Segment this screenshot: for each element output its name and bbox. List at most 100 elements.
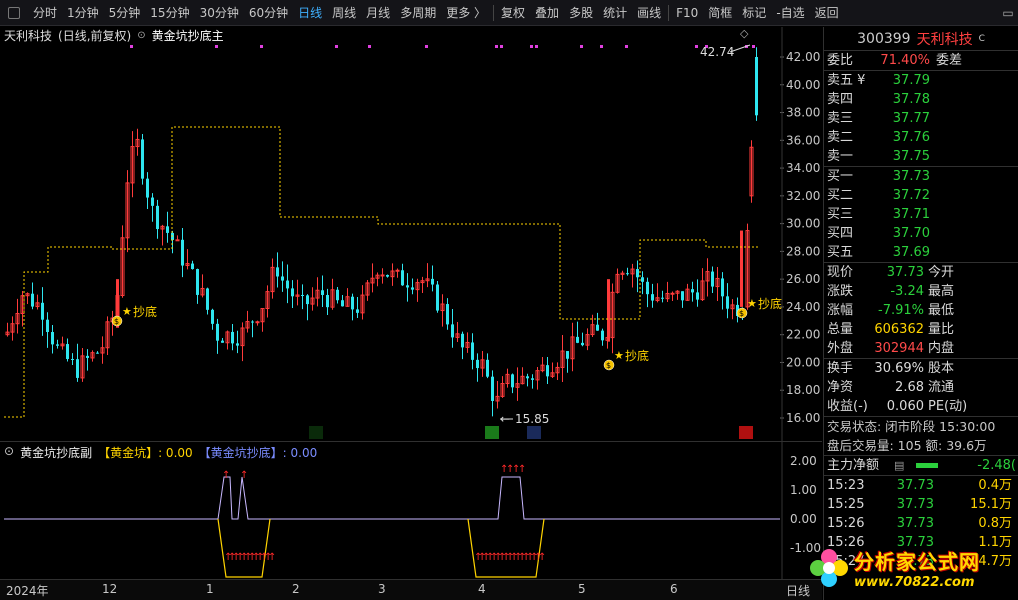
sub-indicator-chart[interactable]: 2.00 1.00 0.00 -1.00 ↑ ↑ ↑ ↑ ↑ ↑ ↑ ↑ ↑ ↑ ↑ ↑ ↑ ↑ ↑ ↑ ↑ ↑ ↑ ↑ ↑ ↑ ↑… [0, 441, 822, 580]
toolbar-tab[interactable]: 统计 [598, 0, 632, 26]
candle-body [56, 344, 59, 346]
event-marker-bg[interactable] [527, 426, 541, 439]
candle-body [531, 378, 534, 380]
signal-dot [260, 45, 263, 48]
red-arrow-icon: ↑ [240, 470, 248, 481]
bids-row[interactable]: 买四 37.70 [824, 224, 1018, 243]
money-bag-glyph: $ [114, 317, 119, 326]
candle-body [696, 292, 699, 300]
asks-row[interactable]: 卖五 ¥ 37.79 [824, 71, 1018, 90]
toolbar-tab[interactable]: 5分钟 [104, 0, 146, 26]
toolbar-tab[interactable]: F10 [671, 0, 703, 26]
signal-dot [695, 45, 698, 48]
y-tick-label: 32.00 [786, 189, 820, 203]
stat-row: 涨跌 -3.24 最高 [824, 282, 1018, 301]
signal-dot [600, 45, 603, 48]
candle-body [681, 291, 684, 301]
candle-body [216, 323, 219, 341]
level-price: 37.75 [892, 149, 930, 164]
bid-book: 买一 37.73 买二 37.72 买三 37.71 买四 37.70 买五 3… [824, 167, 1018, 262]
candle-body [196, 269, 199, 295]
period-label[interactable]: 日线 [786, 582, 810, 599]
ask-book: 卖五 ¥ 37.79 卖四 37.78 卖三 37.77 卖二 37.76 卖一… [824, 71, 1018, 166]
toolbar-tab[interactable]: 复权 [496, 0, 530, 26]
stat-label: 涨跌 [827, 284, 854, 299]
toolbar-tab[interactable]: 15分钟 [145, 0, 194, 26]
gold-pit-left [217, 518, 271, 578]
candle-body [71, 358, 74, 360]
tick-price: 37.73 [896, 516, 934, 531]
date-label: 2 [292, 582, 300, 596]
star-icon: ★ [614, 349, 624, 362]
toolbar-tab[interactable]: 叠加 [530, 0, 564, 26]
asks-row[interactable]: 卖三 37.77 [824, 109, 1018, 128]
bids-row[interactable]: 买五 37.69 [824, 243, 1018, 262]
candle-body [461, 333, 464, 348]
candle-body [661, 297, 664, 299]
event-marker-bg[interactable] [309, 426, 323, 439]
bids-row[interactable]: 买二 37.72 [824, 186, 1018, 205]
asks-row[interactable]: 卖二 37.76 [824, 128, 1018, 147]
level-price: 37.79 [892, 73, 930, 88]
bids-row[interactable]: 买三 37.71 [824, 205, 1018, 224]
low-price-arrow: ← [500, 412, 510, 426]
candle-body [251, 321, 254, 323]
menu-icon[interactable]: ▤ [894, 456, 904, 475]
toolbar-tab[interactable]: 日线 [293, 0, 327, 26]
toolbar-tab[interactable]: 更多 〉 [441, 0, 491, 26]
event-marker-bg[interactable] [485, 426, 499, 439]
toolbar-tab[interactable]: 画线 [632, 0, 666, 26]
window-icon[interactable] [8, 6, 20, 19]
stat-label: 量比 [928, 322, 955, 337]
stat-label: 股本 [928, 361, 955, 376]
toolbar-tab[interactable]: 60分钟 [244, 0, 293, 26]
stock-suffix: C [978, 33, 985, 44]
stock-code: 300399 [857, 30, 911, 47]
tick-time: 15:23 [827, 478, 865, 493]
stat-value: 0.060 [886, 399, 924, 414]
toolbar-tab[interactable]: 返回 [810, 0, 844, 26]
event-marker-bg[interactable] [739, 426, 753, 439]
y-tick-label: 42.00 [786, 50, 820, 64]
asks-row[interactable]: 卖四 37.78 [824, 90, 1018, 109]
buy-signal-label: 抄底 [133, 304, 157, 319]
date-label: 1 [206, 582, 214, 596]
asks-row[interactable]: 卖一 37.75 [824, 147, 1018, 166]
trade-status: 交易状态: 闭市阶段 15:30:00 [827, 419, 996, 434]
toolbar-tab[interactable]: 多股 [564, 0, 598, 26]
close-icon[interactable]: ▭ [998, 6, 1018, 20]
stat-label: 外盘 [827, 341, 854, 356]
candle-body [156, 205, 159, 230]
candle-body [76, 359, 79, 378]
toolbar-tab[interactable]: 分时 [28, 0, 62, 26]
stat-label: 今开 [928, 265, 955, 280]
after-hours: 盘后交易量: 105 额: 39.6万 [827, 438, 987, 453]
main-kline-chart[interactable]: 天利科技 (日线,前复权) ⊙ 黄金坑抄底主 42.00 40.00 38.00 36… [0, 27, 822, 441]
settings-icon[interactable]: ⊙ [4, 444, 14, 461]
toolbar-tab[interactable]: 周线 [327, 0, 361, 26]
candle-body [526, 376, 529, 379]
stat-label: 内盘 [928, 341, 955, 356]
sub-indicator-name[interactable]: 黄金坑抄底副 [20, 444, 92, 461]
candle-body [626, 273, 629, 275]
toolbar-tab[interactable]: 多周期 [395, 0, 441, 26]
candle-body [66, 344, 69, 359]
stat-row: 净资 2.68 流通 [824, 378, 1018, 397]
diamond-icon[interactable]: ◇ [740, 27, 749, 40]
toolbar-tab[interactable]: 1分钟 [62, 0, 104, 26]
event-marker-bg[interactable] [647, 426, 661, 439]
toolbar-tab[interactable]: -自选 [771, 0, 809, 26]
toolbar-tab[interactable]: 简框 [703, 0, 737, 26]
candle-body [476, 359, 479, 369]
stat-label: 最低 [928, 303, 955, 318]
toolbar-tab[interactable]: 30分钟 [195, 0, 244, 26]
toolbar-tab[interactable]: 标记 [737, 0, 771, 26]
toolbar-tab[interactable]: 月线 [361, 0, 395, 26]
level-label: 买一 [827, 169, 854, 184]
candle-body [96, 352, 99, 354]
candle-body [206, 288, 209, 310]
quote-stats-2: 换手 30.69% 股本 净资 2.68 流通 收益(-) 0.060 PE(动… [824, 359, 1018, 416]
signal-dot [530, 45, 533, 48]
bids-row[interactable]: 买一 37.73 [824, 167, 1018, 186]
candle-body [211, 309, 214, 324]
